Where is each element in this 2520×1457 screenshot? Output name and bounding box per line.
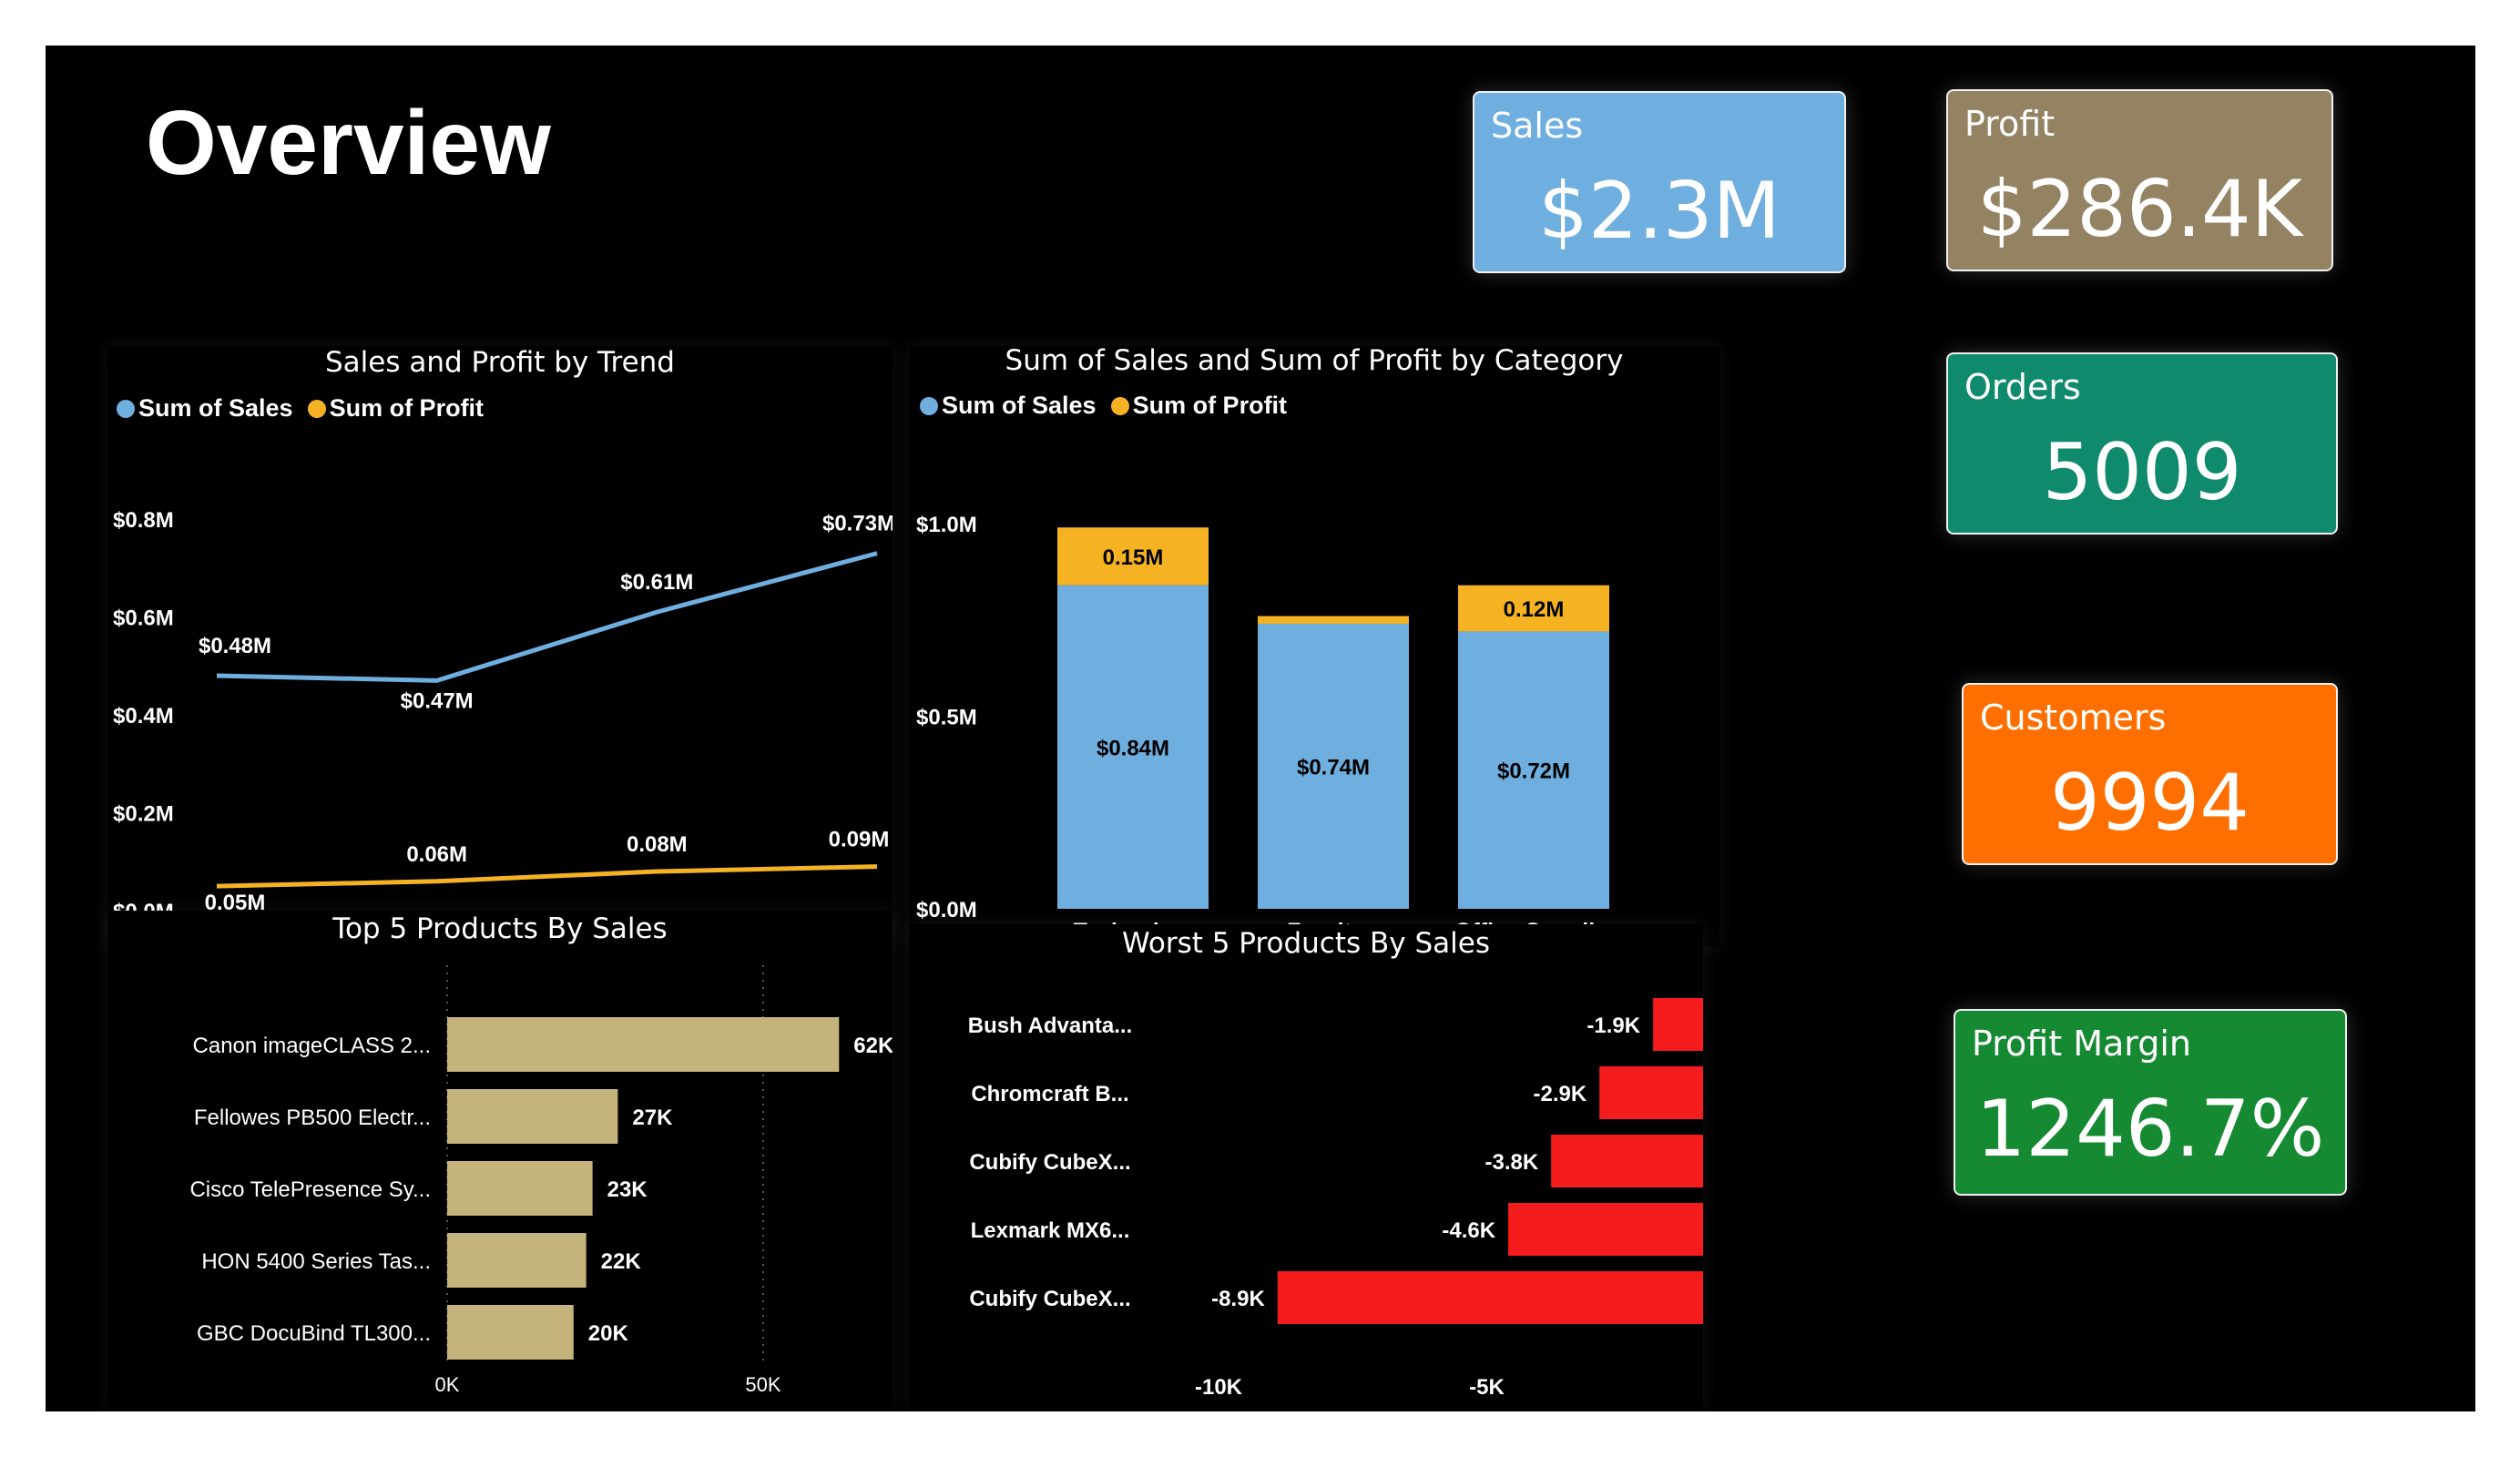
data-label: $0.48M <box>199 634 271 658</box>
bar-profit-1 <box>1258 616 1409 624</box>
x-tick-label: 50K <box>745 1373 780 1396</box>
x-tick-label: -10K <box>1195 1375 1243 1400</box>
bar-3 <box>447 1233 587 1288</box>
profit-card-label: Profit <box>1964 104 2056 144</box>
category-label: Fellowes PB500 Electr... <box>194 1105 431 1130</box>
y-tick-label: $1.0M <box>916 513 977 537</box>
bar-2 <box>447 1161 593 1216</box>
category-label: GBC DocuBind TL300... <box>197 1321 431 1346</box>
data-label: 0.08M <box>627 832 688 857</box>
profit-margin-card-value: 1246.7% <box>1975 1084 2325 1175</box>
y-tick-label: $0.4M <box>113 704 174 728</box>
orders-card-value: 5009 <box>2042 427 2242 518</box>
data-label: -2.9K <box>1534 1082 1587 1106</box>
category-chart-plot: $0.0M$0.5M$1.0M$0.84M0.15MTechnology$0.7… <box>916 513 1620 944</box>
profit-margin-card[interactable]: Profit Margin 1246.7% <box>1954 1009 2347 1196</box>
series-line-sales <box>216 551 878 683</box>
data-label: 62K <box>853 1034 893 1058</box>
top-products-plot: Canon imageCLASS 2... 62K Fellowes PB500 E… <box>189 965 893 1396</box>
orders-card-label: Orders <box>1964 367 2081 407</box>
series-line-profit <box>216 864 878 889</box>
bar-2 <box>1551 1135 1703 1187</box>
y-tick-label: $0.0M <box>916 898 977 922</box>
bar-4 <box>1277 1271 1703 1324</box>
sales-card-label: Sales <box>1491 106 1584 146</box>
data-label: 27K <box>632 1105 673 1130</box>
category-label: Cisco TelePresence Sy... <box>189 1177 431 1202</box>
x-tick-label: 0K <box>435 1373 460 1396</box>
data-label: $0.74M <box>1297 755 1370 779</box>
category-label: Lexmark MX6... <box>971 1218 1130 1243</box>
data-label: 0.09M <box>829 828 890 852</box>
page-title: Overview <box>146 92 551 194</box>
bar-0 <box>447 1017 840 1072</box>
bar-3 <box>1508 1203 1703 1256</box>
dashboard-canvas: Overview Sales $2.3M Profit $286.4K Orde… <box>46 46 2475 1411</box>
data-label: -8.9K <box>1211 1287 1265 1311</box>
data-label: $0.73M <box>822 512 893 536</box>
worst-products-plot: Bush Advanta... -1.9K Chromcraft B... -2.9K… <box>968 998 1703 1400</box>
y-tick-label: $0.5M <box>916 706 977 730</box>
bar-1 <box>447 1089 618 1144</box>
data-label: -1.9K <box>1586 1014 1640 1038</box>
data-label: 22K <box>601 1249 642 1274</box>
profit-card[interactable]: Profit $286.4K <box>1946 89 2333 271</box>
bar-1 <box>1599 1066 1703 1119</box>
y-tick-label: $0.6M <box>113 606 174 631</box>
sales-card[interactable]: Sales $2.3M <box>1473 91 1846 273</box>
y-tick-label: $0.2M <box>113 802 174 827</box>
y-tick-label: $0.8M <box>113 508 174 533</box>
customers-card[interactable]: Customers 9994 <box>1962 683 2338 865</box>
data-label: 0.15M <box>1103 545 1164 570</box>
data-label: $0.72M <box>1497 759 1570 784</box>
trend-chart-panel[interactable]: Sales and Profit by Trend Sum of Sales S… <box>107 346 893 947</box>
profit-margin-card-label: Profit Margin <box>1972 1024 2191 1064</box>
top-products-panel[interactable]: Top 5 Products By Sales Canon imageCLASS… <box>107 911 893 1410</box>
data-label: 23K <box>607 1177 648 1202</box>
bar-4 <box>447 1305 574 1360</box>
worst-products-panel[interactable]: Worst 5 Products By Sales Bush Advanta..… <box>909 924 1703 1410</box>
category-label: Chromcraft B... <box>971 1082 1128 1106</box>
category-label: Bush Advanta... <box>968 1014 1132 1038</box>
data-label: $0.47M <box>401 688 474 713</box>
data-label: $0.61M <box>620 570 693 595</box>
trend-chart-plot: $0.0M$0.2M$0.4M$0.6M$0.8M201420152016201… <box>113 508 893 947</box>
sales-card-value: $2.3M <box>1538 166 1780 257</box>
category-label: HON 5400 Series Tas... <box>201 1249 431 1274</box>
category-label: Cubify CubeX... <box>969 1150 1130 1175</box>
data-label: 0.12M <box>1504 597 1565 622</box>
customers-card-value: 9994 <box>2050 758 2250 849</box>
profit-card-value: $286.4K <box>1976 164 2303 255</box>
data-label: -3.8K <box>1484 1150 1538 1175</box>
orders-card[interactable]: Orders 5009 <box>1946 352 2338 535</box>
category-chart-panel[interactable]: Sum of Sales and Sum of Profit by Catego… <box>909 344 1719 947</box>
category-label: Canon imageCLASS 2... <box>193 1034 431 1058</box>
data-label: $0.84M <box>1097 736 1169 760</box>
category-label: Cubify CubeX... <box>969 1287 1130 1311</box>
bar-0 <box>1653 998 1703 1051</box>
data-label: 0.06M <box>406 842 467 867</box>
x-tick-label: -5K <box>1469 1375 1505 1400</box>
customers-card-label: Customers <box>1980 698 2167 738</box>
data-label: 20K <box>588 1321 629 1346</box>
data-label: -4.6K <box>1442 1218 1495 1243</box>
